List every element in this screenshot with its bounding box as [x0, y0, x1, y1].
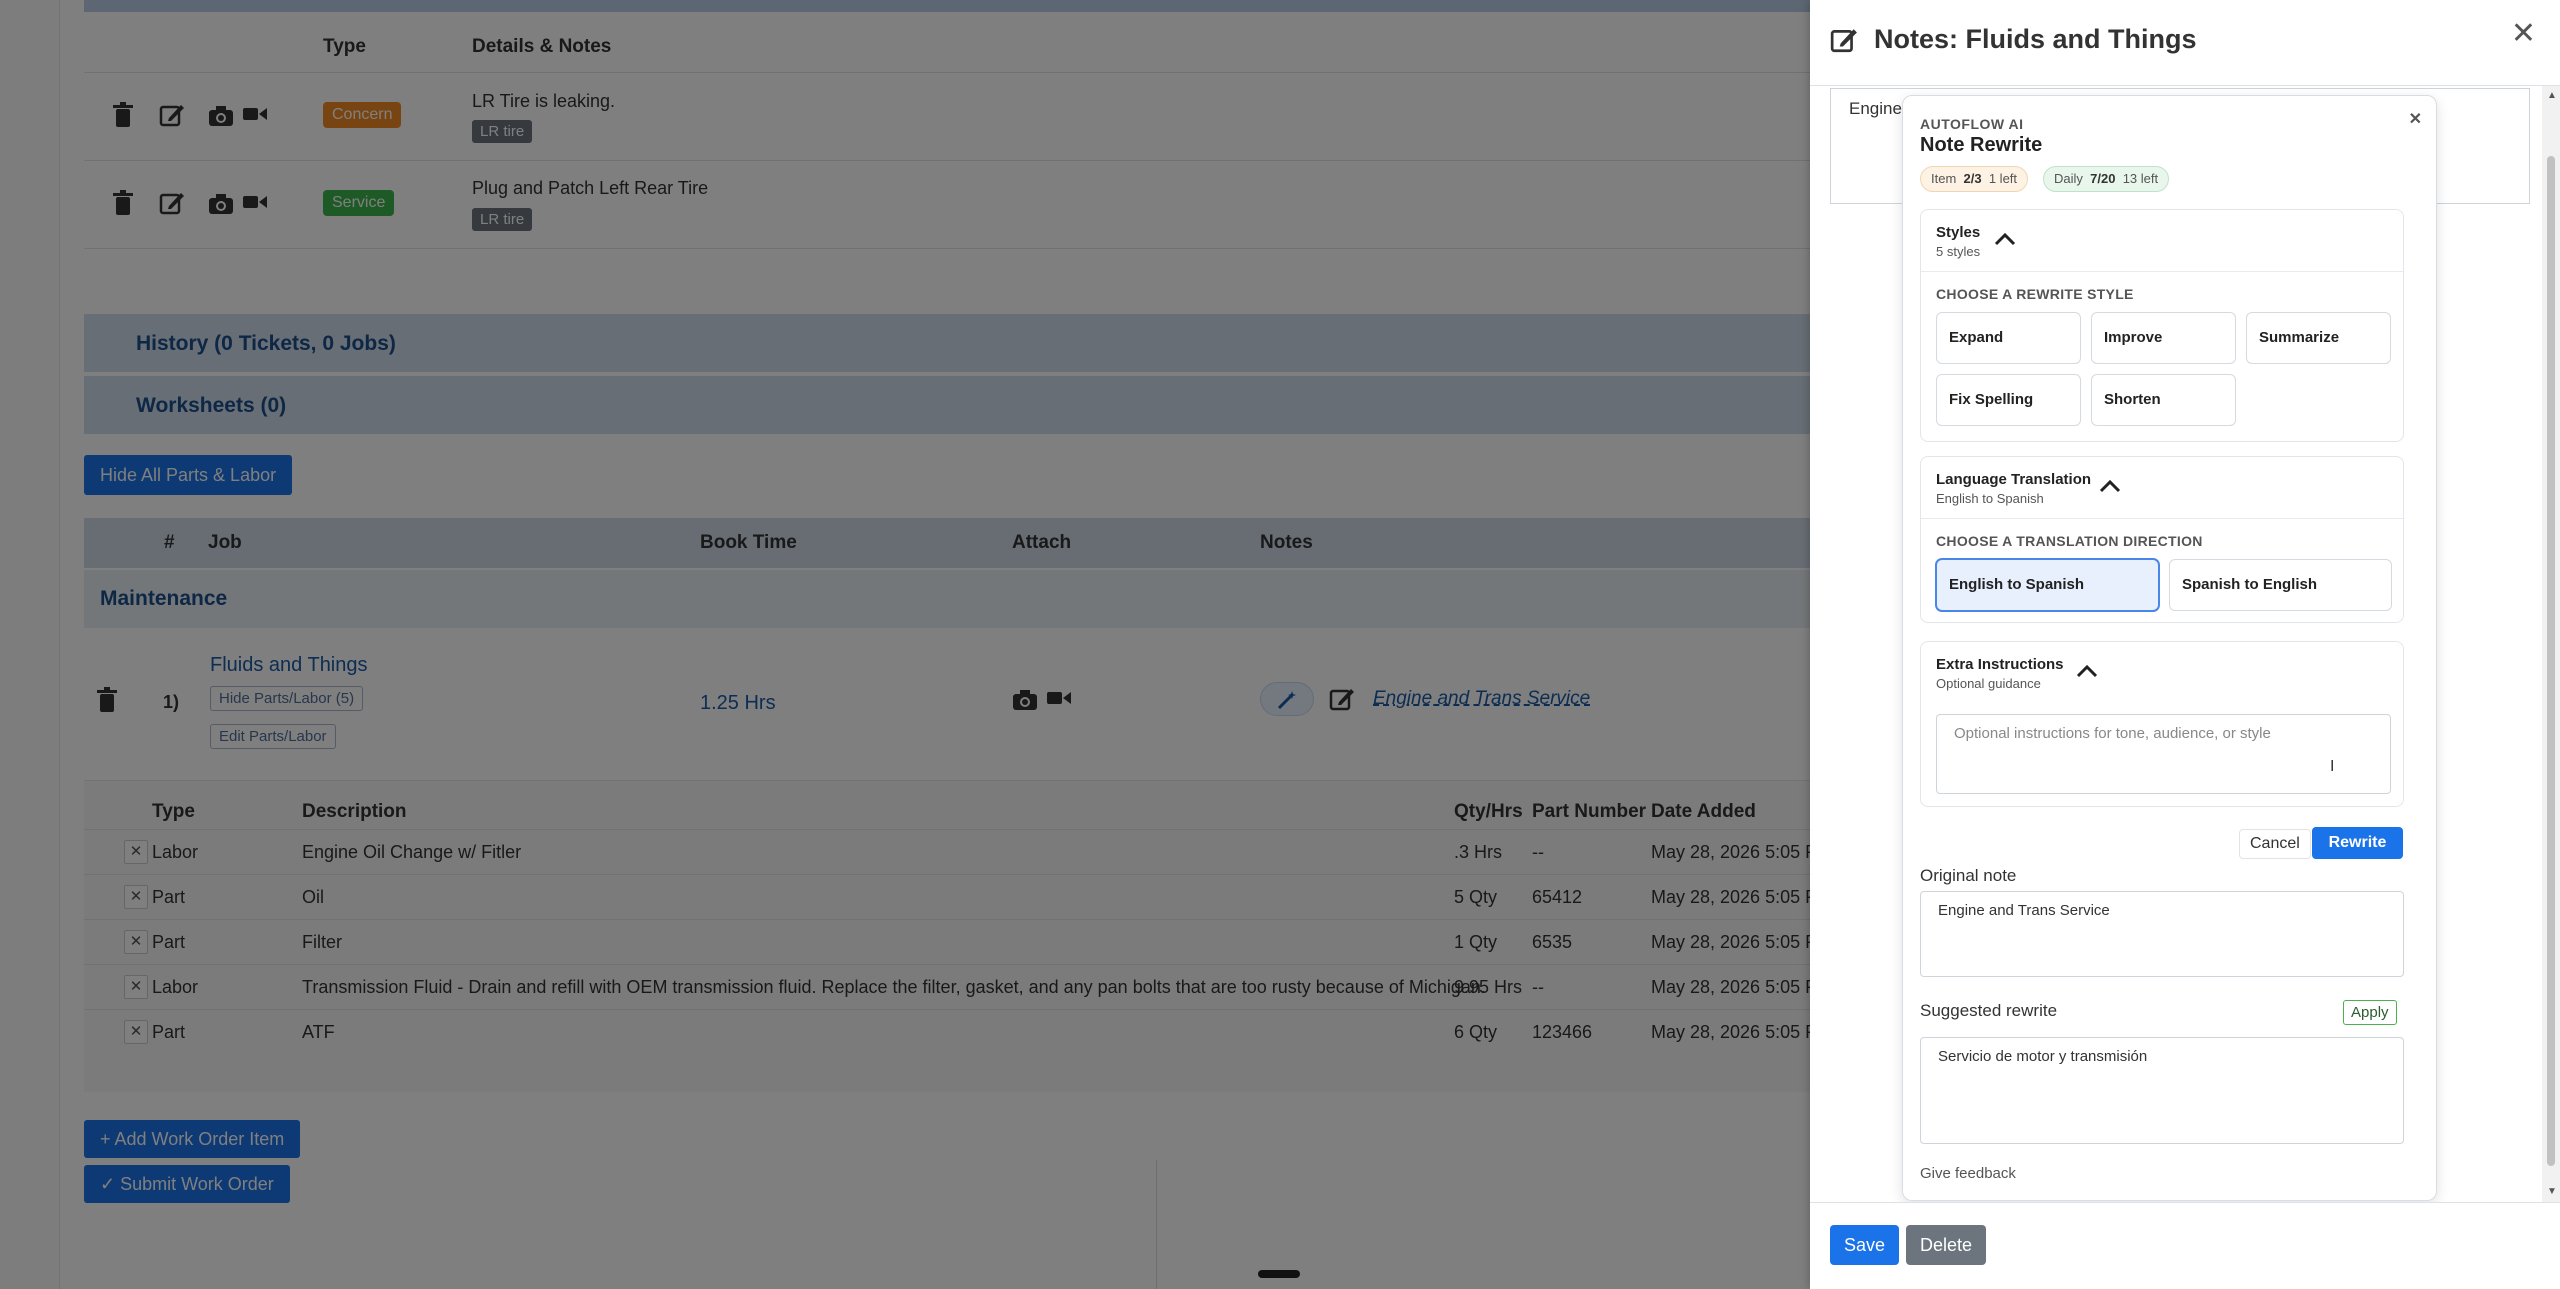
note-text: Engine [1849, 99, 1902, 118]
spanish-to-english-button[interactable]: Spanish to English [2169, 559, 2392, 611]
styles-header[interactable]: Styles 5 styles [1921, 210, 2403, 272]
translation-section: Language Translation English to Spanish … [1920, 456, 2404, 623]
original-note-box[interactable]: Engine and Trans Service [1920, 891, 2404, 977]
ai-rewrite-card: AUTOFLOW AI Note Rewrite ✕ Item 2/3 1 le… [1902, 95, 2437, 1201]
ai-title: Note Rewrite [1920, 134, 2043, 156]
ai-brand: AUTOFLOW AI [1920, 116, 2024, 132]
style-fix-spelling-button[interactable]: Fix Spelling [1936, 374, 2081, 426]
text-cursor-icon: I [2330, 758, 2335, 775]
close-icon[interactable]: ✕ [2511, 16, 2536, 51]
suggested-rewrite-label: Suggested rewrite [1920, 1001, 2058, 1020]
style-shorten-button[interactable]: Shorten [2091, 374, 2236, 426]
styles-label: CHOOSE A REWRITE STYLE [1936, 286, 2134, 302]
extra-instructions-header[interactable]: Extra Instructions Optional guidance [1921, 642, 2403, 704]
daily-usage-badge: Daily 7/20 13 left [2043, 166, 2170, 192]
suggested-rewrite-box[interactable]: Servicio de motor y transmisión [1920, 1037, 2404, 1144]
style-expand-button[interactable]: Expand [1936, 312, 2081, 364]
chevron-up-icon[interactable] [1994, 232, 2016, 246]
item-usage-badge: Item 2/3 1 left [1920, 166, 2029, 192]
extra-instructions-subtitle: Optional guidance [1936, 676, 2041, 691]
style-summarize-button[interactable]: Summarize [2246, 312, 2391, 364]
save-button[interactable]: Save [1830, 1225, 1900, 1265]
extra-instructions-section: Extra Instructions Optional guidance Opt… [1920, 641, 2404, 807]
notes-panel: Notes: Fluids and Things ✕ Engine ▲ ▼ AU… [1810, 0, 2560, 1289]
panel-title: Notes: Fluids and Things [1874, 24, 2197, 54]
delete-button[interactable]: Delete [1906, 1225, 1987, 1265]
english-to-spanish-button[interactable]: English to Spanish [1936, 559, 2159, 611]
close-icon[interactable]: ✕ [2409, 109, 2422, 129]
apply-button[interactable]: Apply [2343, 1000, 2397, 1025]
translation-subtitle: English to Spanish [1936, 491, 2044, 506]
scrollbar-thumb[interactable] [2547, 156, 2555, 1166]
cancel-button[interactable]: Cancel [2239, 829, 2311, 859]
styles-subtitle: 5 styles [1936, 244, 1981, 259]
chevron-up-icon[interactable] [2099, 479, 2121, 493]
translation-header[interactable]: Language Translation English to Spanish [1921, 457, 2403, 519]
original-note-label: Original note [1920, 866, 2017, 885]
style-improve-button[interactable]: Improve [2091, 312, 2236, 364]
styles-title: Styles [1936, 224, 1981, 241]
chevron-up-icon[interactable] [2076, 664, 2098, 678]
panel-header: Notes: Fluids and Things ✕ [1810, 0, 2560, 86]
extra-instructions-title: Extra Instructions [1936, 656, 2064, 673]
panel-footer: Save Delete [1810, 1202, 2560, 1289]
extra-instructions-input[interactable]: Optional instructions for tone, audience… [1936, 714, 2391, 794]
scrollbar[interactable]: ▲ ▼ [2542, 86, 2560, 1202]
styles-section: Styles 5 styles CHOOSE A REWRITE STYLE E… [1920, 209, 2404, 442]
give-feedback-link[interactable]: Give feedback [1920, 1165, 2016, 1182]
edit-icon [1830, 29, 1857, 53]
translation-title: Language Translation [1936, 471, 2092, 488]
translation-label: CHOOSE A TRANSLATION DIRECTION [1936, 533, 2203, 549]
rewrite-button[interactable]: Rewrite [2312, 827, 2403, 859]
